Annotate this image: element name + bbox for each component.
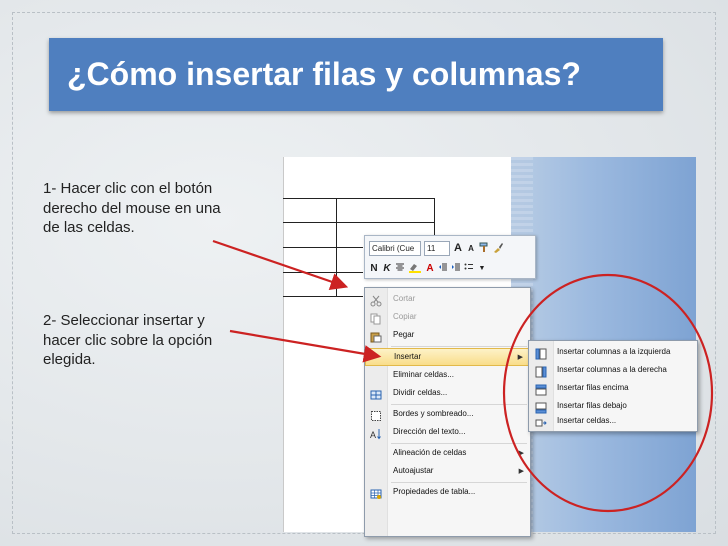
menu-item-dividir-celdas[interactable]: Dividir celdas... [365, 385, 530, 403]
scissors-icon [370, 294, 382, 307]
table-line [283, 272, 363, 273]
insert-column-left-icon [535, 347, 547, 360]
insert-column-right-icon [535, 365, 547, 378]
context-menu: Cortar Copiar Pegar Insertar ▶ Eliminar … [364, 287, 531, 537]
menu-item-label: Copiar [393, 312, 417, 321]
menu-item-direccion-texto[interactable]: A Dirección del texto... [365, 424, 530, 442]
bullets-icon[interactable] [464, 262, 474, 275]
menu-item-label: Cortar [393, 294, 416, 303]
mini-toolbar-row: N K A ▼ [369, 260, 487, 276]
menu-item-label: Alineación de celdas [393, 448, 467, 457]
decrease-indent-icon[interactable] [438, 262, 448, 275]
table-line [336, 198, 337, 296]
insert-row-below-icon [535, 401, 547, 414]
submenu-item-label: Insertar filas encima [557, 383, 629, 392]
text-direction-icon: A [370, 427, 382, 440]
submenu-item-label: Insertar columnas a la derecha [557, 365, 667, 374]
menu-item-label: Autoajustar [393, 466, 434, 475]
chevron-right-icon: ▶ [518, 468, 524, 475]
font-name-box[interactable]: Calibri (Cue [369, 240, 421, 256]
mini-toolbar: Calibri (Cue 11 A A N K A ▼ [364, 235, 536, 279]
center-align-icon[interactable] [395, 262, 405, 275]
slide-background: ¿Cómo insertar filas y columnas? 1- Hace… [0, 0, 728, 546]
format-painter-icon[interactable] [479, 242, 489, 255]
submenu-item-label: Insertar columnas a la izquierda [557, 347, 671, 356]
insert-cells-icon [535, 416, 547, 428]
menu-item-pegar[interactable]: Pegar [365, 327, 530, 345]
menu-item-label: Pegar [393, 330, 415, 339]
menu-item-bordes-sombreado[interactable]: Bordes y sombreado... [365, 406, 530, 424]
submenu-item-insert-cells[interactable]: Insertar celdas... [529, 413, 697, 431]
menu-item-label: Bordes y sombreado... [393, 409, 474, 418]
menu-item-alineacion-celdas[interactable]: Alineación de celdas ▶ [365, 445, 530, 463]
italic-button[interactable]: K [382, 262, 392, 275]
table-properties-icon [370, 487, 382, 499]
paste-icon [370, 330, 382, 343]
menu-separator [391, 443, 527, 444]
increase-indent-icon[interactable] [451, 262, 461, 275]
chevron-right-icon: ▶ [517, 354, 523, 361]
submenu-item-insert-row-above[interactable]: Insertar filas encima [529, 380, 697, 398]
menu-item-insertar[interactable]: Insertar ▶ [365, 348, 530, 366]
menu-separator [391, 346, 527, 347]
grow-font-button[interactable]: A [453, 242, 463, 255]
font-size-box[interactable]: 11 [424, 240, 450, 256]
menu-item-eliminar-celdas[interactable]: Eliminar celdas... [365, 367, 530, 385]
insert-row-above-icon [535, 383, 547, 396]
menu-item-label: Dividir celdas... [393, 388, 448, 397]
menu-separator [391, 482, 527, 483]
step-two-text: 2- Seleccionar insertar y hacer clic sob… [43, 312, 213, 368]
table-line [283, 222, 435, 223]
table-line [283, 247, 363, 248]
slide-title: ¿Cómo insertar filas y columnas? [67, 56, 581, 92]
svg-text:A: A [370, 430, 376, 440]
highlight-icon[interactable] [408, 262, 422, 275]
chevron-down-icon[interactable]: ▼ [477, 262, 487, 275]
menu-item-cortar[interactable]: Cortar [365, 291, 530, 309]
submenu-item-label: Insertar filas debajo [557, 401, 627, 410]
shrink-font-button[interactable]: A [466, 242, 476, 255]
borders-icon [370, 409, 382, 421]
menu-item-label: Dirección del texto... [393, 427, 466, 436]
menu-item-autoajustar[interactable]: Autoajustar ▶ [365, 463, 530, 481]
title-bar: ¿Cómo insertar filas y columnas? [49, 38, 663, 111]
step-one-text: 1- Hacer clic con el botón derecho del m… [43, 180, 221, 236]
paint-brush-icon[interactable] [492, 242, 504, 255]
table-line [283, 198, 435, 199]
submenu-item-label: Insertar celdas... [557, 416, 617, 425]
menu-separator [391, 404, 527, 405]
split-cells-icon [370, 388, 382, 400]
menu-item-label: Insertar [394, 352, 422, 361]
table-line [283, 296, 363, 297]
mini-toolbar-row: Calibri (Cue 11 A A [369, 240, 504, 256]
menu-item-copiar[interactable]: Copiar [365, 309, 530, 327]
menu-item-propiedades-tabla[interactable]: Propiedades de tabla... [365, 484, 530, 502]
copy-icon [370, 312, 382, 325]
chevron-right-icon: ▶ [518, 450, 524, 457]
font-color-button[interactable]: A [425, 262, 435, 275]
bold-button[interactable]: N [369, 262, 379, 275]
menu-item-label: Eliminar celdas... [393, 370, 454, 379]
menu-item-label: Propiedades de tabla... [393, 487, 476, 496]
submenu-item-insert-column-right[interactable]: Insertar columnas a la derecha [529, 362, 697, 380]
submenu-item-insert-column-left[interactable]: Insertar columnas a la izquierda [529, 344, 697, 362]
insert-submenu: Insertar columnas a la izquierda Inserta… [528, 340, 698, 432]
table-line [434, 198, 435, 235]
